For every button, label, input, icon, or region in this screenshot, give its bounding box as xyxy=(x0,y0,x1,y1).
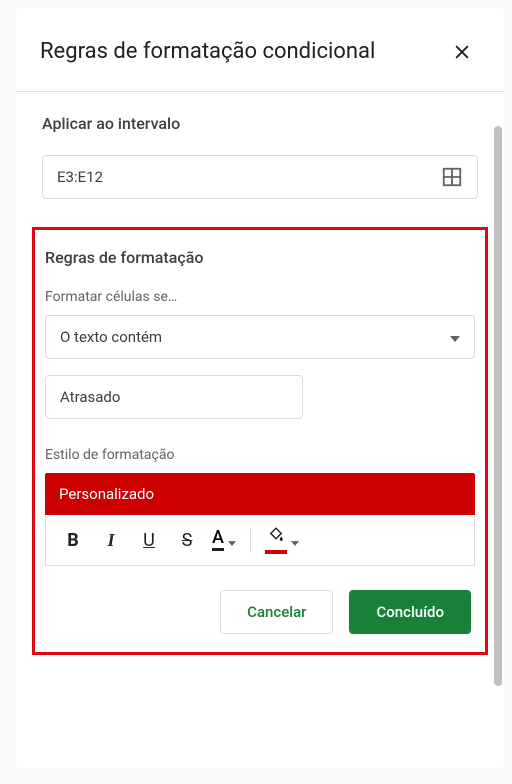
underline-button[interactable]: U xyxy=(132,523,166,557)
conditional-format-panel: Regras de formatação condicional Aplicar… xyxy=(16,8,504,768)
fill-color-button[interactable] xyxy=(261,526,303,554)
range-input[interactable] xyxy=(57,168,441,186)
range-field[interactable] xyxy=(42,155,478,199)
format-rules-section: Regras de formatação Formatar células se… xyxy=(32,227,488,655)
toolbar-divider xyxy=(250,527,251,553)
panel-title: Regras de formatação condicional xyxy=(40,37,375,67)
chevron-down-icon xyxy=(291,531,299,550)
action-buttons: Cancelar Concluído xyxy=(45,590,475,634)
panel-header: Regras de formatação condicional xyxy=(16,8,504,92)
fill-color-icon xyxy=(265,526,287,554)
style-label: Estilo de formatação xyxy=(45,447,475,463)
cancel-button[interactable]: Cancelar xyxy=(220,590,333,634)
chevron-down-icon xyxy=(450,328,460,346)
panel-content: Aplicar ao intervalo Regras de formataçã… xyxy=(16,92,504,675)
chevron-down-icon xyxy=(228,531,236,550)
scrollbar[interactable] xyxy=(494,126,502,746)
condition-dropdown[interactable]: O texto contém xyxy=(45,315,475,359)
condition-value-input[interactable] xyxy=(45,375,303,419)
bold-button[interactable]: B xyxy=(56,523,90,557)
condition-selected: O texto contém xyxy=(60,328,162,346)
done-button[interactable]: Concluído xyxy=(349,590,471,634)
apply-range-label: Aplicar ao intervalo xyxy=(42,114,478,133)
close-icon xyxy=(452,43,472,67)
close-button[interactable] xyxy=(444,38,480,71)
grid-icon xyxy=(441,173,463,192)
text-color-button[interactable]: A xyxy=(208,529,240,551)
strikethrough-button[interactable]: S xyxy=(170,523,204,557)
text-color-icon: A xyxy=(212,529,224,551)
format-toolbar: B I U S A xyxy=(45,515,475,566)
style-preset-label: Personalizado xyxy=(59,485,154,503)
format-if-label: Formatar células se… xyxy=(45,289,475,305)
style-preset-chip[interactable]: Personalizado xyxy=(45,473,475,515)
format-rules-title: Regras de formatação xyxy=(45,248,475,267)
select-range-button[interactable] xyxy=(441,166,463,188)
scrollbar-thumb[interactable] xyxy=(494,126,502,686)
italic-button[interactable]: I xyxy=(94,523,128,557)
